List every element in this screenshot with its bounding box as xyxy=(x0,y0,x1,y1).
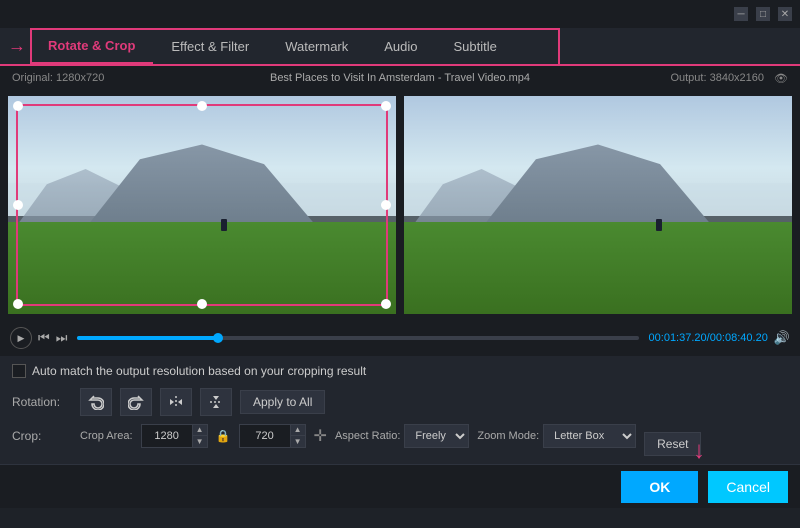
figure-person xyxy=(221,219,227,231)
ok-button[interactable]: OK xyxy=(621,471,698,503)
close-button[interactable]: ✕ xyxy=(778,7,792,21)
crop-area-label: Crop Area: xyxy=(80,430,133,442)
flip-horizontal-button[interactable] xyxy=(160,388,192,416)
zoom-mode-group: Zoom Mode: Letter Box Pan & Scan Full xyxy=(477,424,636,448)
crop-row: Crop: Crop Area: ▲ ▼ 🔒 ▲ ▼ ✛ Aspect Rati… xyxy=(12,424,636,448)
aspect-ratio-group: Aspect Ratio: Freely 16:9 4:3 1:1 9:16 xyxy=(335,424,469,448)
crop-height-input-group: ▲ ▼ xyxy=(239,424,306,448)
rotate-left-button[interactable] xyxy=(80,388,112,416)
flip-vertical-button[interactable] xyxy=(200,388,232,416)
crop-width-input-group: ▲ ▼ xyxy=(141,424,208,448)
video-previews xyxy=(0,90,800,320)
rotation-row: Rotation: Apply to All xyxy=(12,388,788,416)
crop-height-spinners: ▲ ▼ xyxy=(290,425,305,447)
crop-label: Crop: xyxy=(12,429,72,443)
right-scene xyxy=(404,96,792,314)
ok-arrow-indicator: ↓ xyxy=(693,437,705,465)
tab-effect-filter[interactable]: Effect & Filter xyxy=(153,28,267,64)
cancel-button[interactable]: Cancel xyxy=(708,471,788,503)
tab-bar: → Rotate & Crop Effect & Filter Watermar… xyxy=(0,28,800,66)
auto-match-row: Auto match the output resolution based o… xyxy=(12,364,788,378)
title-bar: ─ □ ✕ xyxy=(0,0,800,28)
controls-panel: Auto match the output resolution based o… xyxy=(0,356,800,464)
tab-watermark[interactable]: Watermark xyxy=(267,28,366,64)
zoom-mode-label: Zoom Mode: xyxy=(477,430,539,442)
zoom-mode-select[interactable]: Letter Box Pan & Scan Full xyxy=(543,424,636,448)
output-resolution: Output: 3840x2160 xyxy=(670,72,764,84)
auto-match-label: Auto match the output resolution based o… xyxy=(32,364,366,378)
aspect-ratio-select[interactable]: Freely 16:9 4:3 1:1 9:16 xyxy=(404,424,469,448)
progress-track[interactable] xyxy=(77,336,638,340)
crop-width-input[interactable] xyxy=(142,425,192,447)
tabs-container: Rotate & Crop Effect & Filter Watermark … xyxy=(30,28,515,64)
right-video-preview xyxy=(404,96,792,314)
right-grass xyxy=(404,222,792,314)
left-scene xyxy=(8,96,396,314)
skip-forward-button[interactable]: ⏭ xyxy=(56,330,68,346)
video-title: Best Places to Visit In Amsterdam - Trav… xyxy=(270,72,530,84)
bottom-bar: ↓ OK Cancel xyxy=(0,464,800,508)
crop-height-down[interactable]: ▼ xyxy=(291,436,305,447)
time-display: 00:01:37.20/00:08:40.20 xyxy=(649,332,768,344)
tab-rotate-crop[interactable]: Rotate & Crop xyxy=(30,28,153,64)
crop-width-spinners: ▲ ▼ xyxy=(192,425,207,447)
crop-section: Crop: Crop Area: ▲ ▼ 🔒 ▲ ▼ ✛ Aspect Rati… xyxy=(12,424,788,456)
video-info-bar: Original: 1280x720 Best Places to Visit … xyxy=(0,66,800,90)
skip-back-button[interactable]: ⏮ xyxy=(38,330,50,346)
grass-layer xyxy=(8,222,396,314)
crop-width-down[interactable]: ▼ xyxy=(193,436,207,447)
playback-bar: ▶ ⏮ ⏭ 00:01:37.20/00:08:40.20 🔊 xyxy=(0,320,800,356)
eye-icon[interactable]: 👁 xyxy=(774,72,788,85)
minimize-button[interactable]: ─ xyxy=(734,7,748,21)
apply-all-button[interactable]: Apply to All xyxy=(240,390,325,414)
crop-width-up[interactable]: ▲ xyxy=(193,425,207,436)
rotation-label: Rotation: xyxy=(12,395,72,409)
progress-thumb[interactable] xyxy=(213,333,223,343)
tab-audio[interactable]: Audio xyxy=(366,28,435,64)
left-video-preview xyxy=(8,96,396,314)
aspect-ratio-label: Aspect Ratio: xyxy=(335,430,400,442)
maximize-button[interactable]: □ xyxy=(756,7,770,21)
video-area: Original: 1280x720 Best Places to Visit … xyxy=(0,66,800,356)
volume-icon[interactable]: 🔊 xyxy=(774,330,790,346)
auto-match-checkbox[interactable] xyxy=(12,364,26,378)
right-figure xyxy=(656,219,662,231)
tab-arrow-indicator: → xyxy=(8,36,26,57)
move-icon: ✛ xyxy=(314,426,327,446)
play-button[interactable]: ▶ xyxy=(10,327,32,349)
tab-subtitle[interactable]: Subtitle xyxy=(436,28,515,64)
rotate-right-button[interactable] xyxy=(120,388,152,416)
crop-height-input[interactable] xyxy=(240,425,290,447)
crop-height-up[interactable]: ▲ xyxy=(291,425,305,436)
original-resolution: Original: 1280x720 xyxy=(12,72,104,84)
lock-icon[interactable]: 🔒 xyxy=(216,429,231,443)
progress-fill xyxy=(77,336,217,340)
